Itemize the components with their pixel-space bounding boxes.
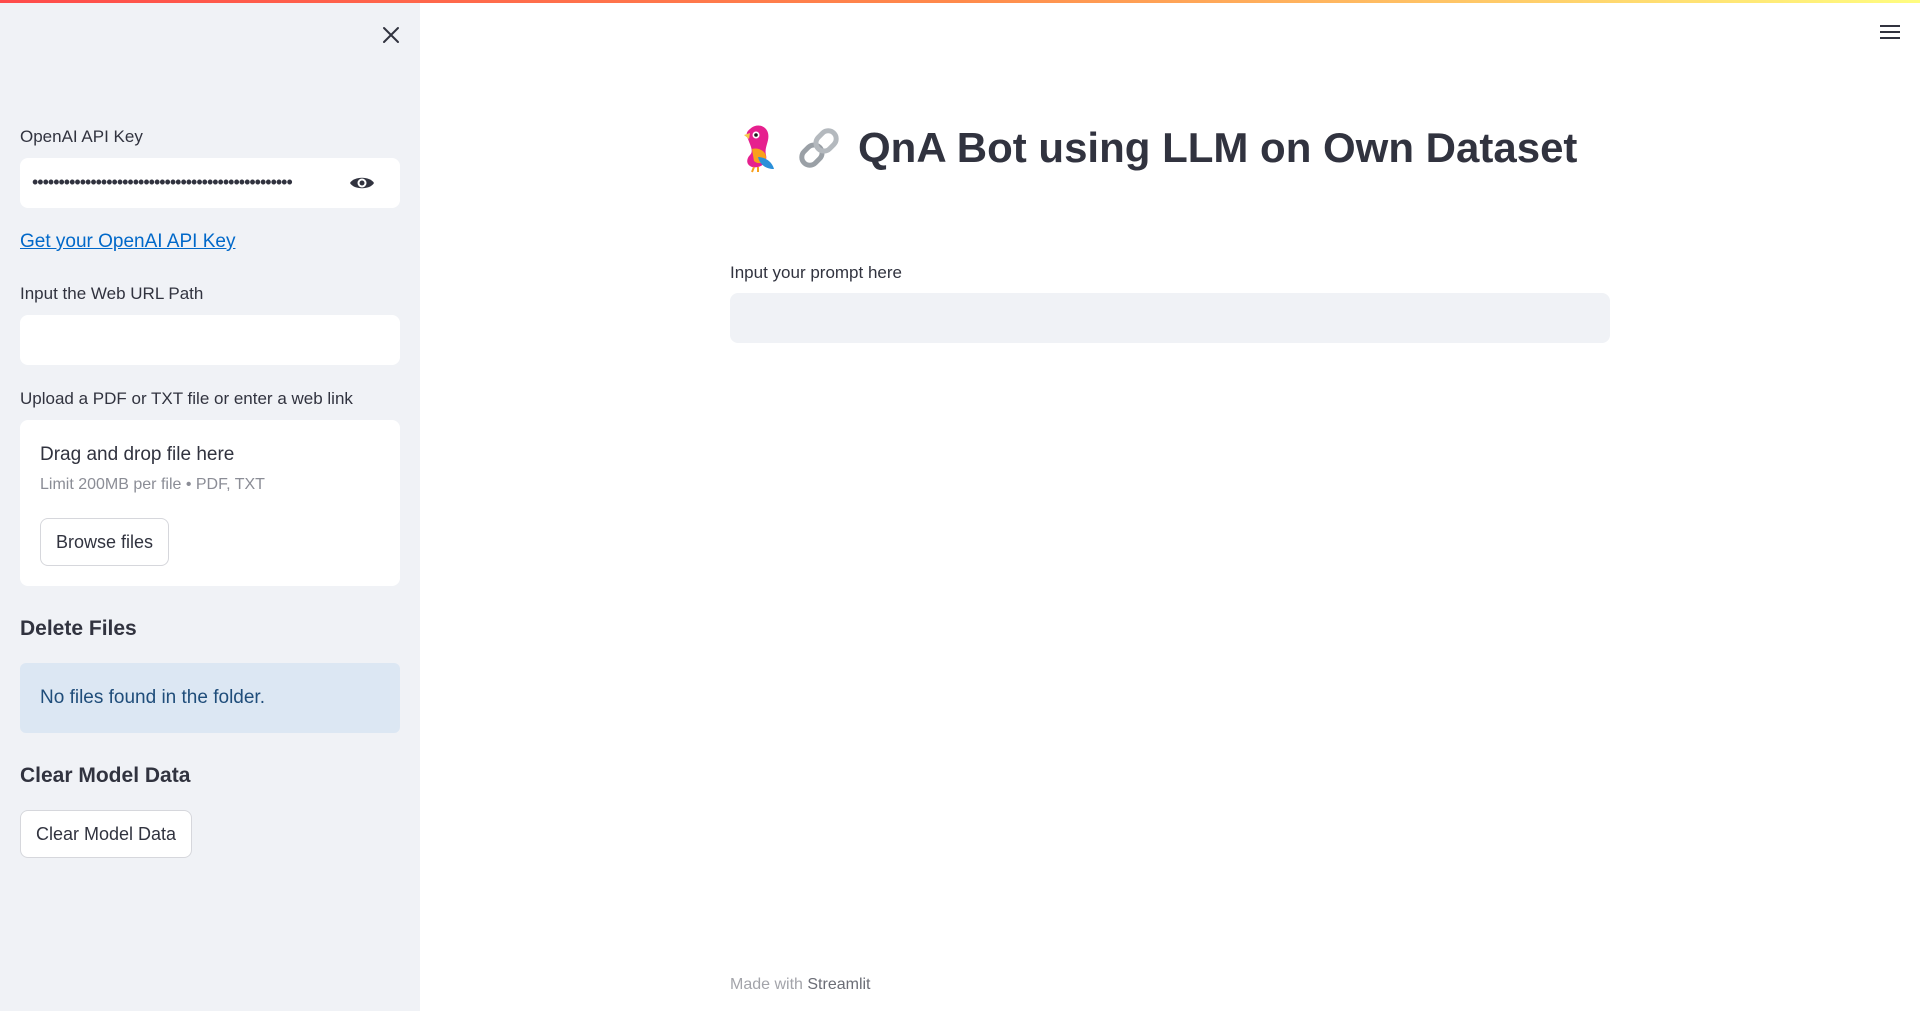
close-sidebar-button[interactable]	[378, 22, 404, 48]
parrot-icon	[744, 125, 774, 173]
page-title: QnA Bot using LLM on Own Dataset	[858, 124, 1578, 171]
streamlit-link[interactable]: Streamlit	[807, 976, 870, 993]
sidebar: OpenAI API Key •••••••••••••••••••••••••…	[0, 0, 420, 1011]
link-icon	[799, 128, 839, 168]
info-alert: No files found in the folder.	[20, 663, 400, 733]
prompt-input[interactable]	[730, 293, 1610, 343]
page-title-row: QnA Bot using LLM on Own Dataset	[736, 118, 1577, 178]
hamburger-menu-icon[interactable]	[1878, 22, 1902, 42]
clear-model-data-button[interactable]: Clear Model Data	[20, 810, 193, 858]
delete-files-heading: Delete Files	[20, 617, 137, 640]
browse-files-button[interactable]: Browse files	[40, 518, 170, 566]
top-decoration-bar	[0, 0, 1920, 3]
dropzone-title: Drag and drop file here	[40, 444, 235, 465]
api-key-field[interactable]: ••••••••••••••••••••••••••••••••••••••••…	[20, 158, 400, 208]
api-key-label: OpenAI API Key	[20, 127, 143, 146]
api-key-value: ••••••••••••••••••••••••••••••••••••••••…	[32, 172, 293, 192]
footer-prefix: Made with	[730, 976, 803, 993]
footer: Made with Streamlit	[730, 976, 871, 994]
web-url-input[interactable]	[20, 315, 400, 365]
close-icon	[383, 27, 399, 43]
clear-model-heading: Clear Model Data	[20, 764, 191, 787]
file-dropzone[interactable]: Drag and drop file here Limit 200MB per …	[20, 420, 400, 586]
get-api-key-link[interactable]: Get your OpenAI API Key	[20, 231, 235, 253]
eye-icon[interactable]	[348, 170, 376, 196]
web-url-label: Input the Web URL Path	[20, 284, 204, 303]
upload-label: Upload a PDF or TXT file or enter a web …	[20, 389, 353, 408]
dropzone-limit: Limit 200MB per file • PDF, TXT	[40, 476, 265, 493]
info-alert-text: No files found in the folder.	[40, 687, 265, 708]
prompt-label: Input your prompt here	[730, 263, 902, 282]
